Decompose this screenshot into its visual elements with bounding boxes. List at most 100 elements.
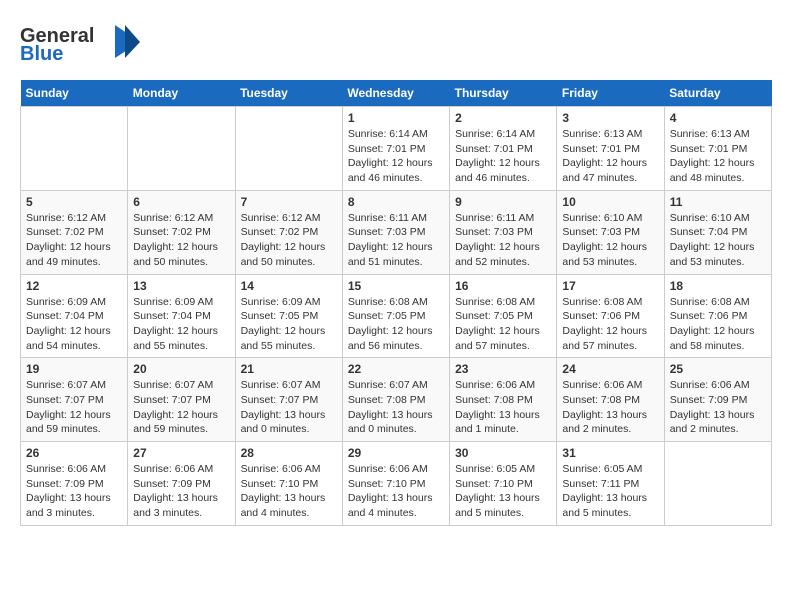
day-number: 2 <box>455 111 551 125</box>
calendar-cell: 16 Sunrise: 6:08 AM Sunset: 7:05 PM Dayli… <box>450 274 557 358</box>
day-number: 30 <box>455 446 551 460</box>
cell-content: Sunrise: 6:11 AM Sunset: 7:03 PM Dayligh… <box>348 211 444 270</box>
calendar-cell: 8 Sunrise: 6:11 AM Sunset: 7:03 PM Daylig… <box>342 190 449 274</box>
calendar-cell: 2 Sunrise: 6:14 AM Sunset: 7:01 PM Daylig… <box>450 107 557 191</box>
day-number: 3 <box>562 111 658 125</box>
calendar-cell: 25 Sunrise: 6:06 AM Sunset: 7:09 PM Dayli… <box>664 358 771 442</box>
calendar-cell: 14Sunrise: 6:09 AM Sunset: 7:05 PM Dayli… <box>235 274 342 358</box>
cell-content: Sunrise: 6:13 AM Sunset: 7:01 PM Dayligh… <box>670 127 766 186</box>
day-number: 12 <box>26 279 122 293</box>
calendar-cell: 12 Sunrise: 6:09 AM Sunset: 7:04 PM Dayli… <box>21 274 128 358</box>
weekday-header-friday: Friday <box>557 80 664 107</box>
day-number: 21 <box>241 362 337 376</box>
calendar-cell: 30 Sunrise: 6:05 AM Sunset: 7:10 PM Dayli… <box>450 442 557 526</box>
cell-content: Sunrise: 6:12 AM Sunset: 7:02 PM Dayligh… <box>133 211 229 270</box>
day-number: 28 <box>241 446 337 460</box>
day-number: 9 <box>455 195 551 209</box>
calendar-cell: 23Sunrise: 6:06 AM Sunset: 7:08 PM Dayli… <box>450 358 557 442</box>
day-number: 7 <box>241 195 337 209</box>
cell-content: Sunrise: 6:08 AM Sunset: 7:05 PM Dayligh… <box>455 295 551 354</box>
day-number: 17 <box>562 279 658 293</box>
cell-content: Sunrise: 6:08 AM Sunset: 7:06 PM Dayligh… <box>670 295 766 354</box>
calendar-cell: 19 Sunrise: 6:07 AM Sunset: 7:07 PM Dayli… <box>21 358 128 442</box>
cell-content: Sunrise: 6:12 AM Sunset: 7:02 PM Dayligh… <box>241 211 337 270</box>
calendar-cell: 1 Sunrise: 6:14 AM Sunset: 7:01 PM Daylig… <box>342 107 449 191</box>
calendar-cell: 9 Sunrise: 6:11 AM Sunset: 7:03 PM Daylig… <box>450 190 557 274</box>
weekday-header-row: SundayMondayTuesdayWednesdayThursdayFrid… <box>21 80 772 107</box>
cell-content: Sunrise: 6:06 AM Sunset: 7:10 PM Dayligh… <box>348 462 444 521</box>
day-number: 8 <box>348 195 444 209</box>
calendar-cell <box>21 107 128 191</box>
cell-content: Sunrise: 6:12 AM Sunset: 7:02 PM Dayligh… <box>26 211 122 270</box>
day-number: 19 <box>26 362 122 376</box>
cell-content: Sunrise: 6:06 AM Sunset: 7:09 PM Dayligh… <box>133 462 229 521</box>
cell-content: Sunrise: 6:09 AM Sunset: 7:04 PM Dayligh… <box>26 295 122 354</box>
day-number: 6 <box>133 195 229 209</box>
calendar-cell: 11 Sunrise: 6:10 AM Sunset: 7:04 PM Dayli… <box>664 190 771 274</box>
calendar-cell: 20 Sunrise: 6:07 AM Sunset: 7:07 PM Dayli… <box>128 358 235 442</box>
cell-content: Sunrise: 6:10 AM Sunset: 7:03 PM Dayligh… <box>562 211 658 270</box>
cell-content: Sunrise: 6:05 AM Sunset: 7:10 PM Dayligh… <box>455 462 551 521</box>
cell-content: Sunrise: 6:08 AM Sunset: 7:06 PM Dayligh… <box>562 295 658 354</box>
day-number: 24 <box>562 362 658 376</box>
cell-content: Sunrise: 6:14 AM Sunset: 7:01 PM Dayligh… <box>455 127 551 186</box>
cell-content: Sunrise: 6:11 AM Sunset: 7:03 PM Dayligh… <box>455 211 551 270</box>
calendar-table: SundayMondayTuesdayWednesdayThursdayFrid… <box>20 80 772 526</box>
svg-text:Blue: Blue <box>20 43 63 65</box>
cell-content: Sunrise: 6:08 AM Sunset: 7:05 PM Dayligh… <box>348 295 444 354</box>
day-number: 25 <box>670 362 766 376</box>
logo: General Blue <box>20 20 140 70</box>
cell-content: Sunrise: 6:07 AM Sunset: 7:07 PM Dayligh… <box>26 378 122 437</box>
calendar-cell: 17 Sunrise: 6:08 AM Sunset: 7:06 PM Dayli… <box>557 274 664 358</box>
cell-content: Sunrise: 6:14 AM Sunset: 7:01 PM Dayligh… <box>348 127 444 186</box>
cell-content: Sunrise: 6:10 AM Sunset: 7:04 PM Dayligh… <box>670 211 766 270</box>
calendar-cell: 4Sunrise: 6:13 AM Sunset: 7:01 PM Daylig… <box>664 107 771 191</box>
calendar-cell: 15 Sunrise: 6:08 AM Sunset: 7:05 PM Dayli… <box>342 274 449 358</box>
cell-content: Sunrise: 6:06 AM Sunset: 7:09 PM Dayligh… <box>670 378 766 437</box>
day-number: 10 <box>562 195 658 209</box>
weekday-header-sunday: Sunday <box>21 80 128 107</box>
cell-content: Sunrise: 6:05 AM Sunset: 7:11 PM Dayligh… <box>562 462 658 521</box>
day-number: 18 <box>670 279 766 293</box>
calendar-cell: 31 Sunrise: 6:05 AM Sunset: 7:11 PM Dayli… <box>557 442 664 526</box>
cell-content: Sunrise: 6:06 AM Sunset: 7:08 PM Dayligh… <box>562 378 658 437</box>
cell-content: Sunrise: 6:07 AM Sunset: 7:08 PM Dayligh… <box>348 378 444 437</box>
calendar-cell: 27 Sunrise: 6:06 AM Sunset: 7:09 PM Dayli… <box>128 442 235 526</box>
cell-content: Sunrise: 6:07 AM Sunset: 7:07 PM Dayligh… <box>133 378 229 437</box>
calendar-cell: 28 Sunrise: 6:06 AM Sunset: 7:10 PM Dayli… <box>235 442 342 526</box>
week-row-1: 1 Sunrise: 6:14 AM Sunset: 7:01 PM Daylig… <box>21 107 772 191</box>
weekday-header-wednesday: Wednesday <box>342 80 449 107</box>
page-header: General Blue <box>20 20 772 70</box>
day-number: 31 <box>562 446 658 460</box>
calendar-cell: 21 Sunrise: 6:07 AM Sunset: 7:07 PM Dayli… <box>235 358 342 442</box>
calendar-cell: 6 Sunrise: 6:12 AM Sunset: 7:02 PM Daylig… <box>128 190 235 274</box>
cell-content: Sunrise: 6:06 AM Sunset: 7:10 PM Dayligh… <box>241 462 337 521</box>
cell-content: Sunrise: 6:09 AM Sunset: 7:04 PM Dayligh… <box>133 295 229 354</box>
calendar-cell: 18 Sunrise: 6:08 AM Sunset: 7:06 PM Dayli… <box>664 274 771 358</box>
week-row-2: 5Sunrise: 6:12 AM Sunset: 7:02 PM Daylig… <box>21 190 772 274</box>
weekday-header-monday: Monday <box>128 80 235 107</box>
day-number: 29 <box>348 446 444 460</box>
calendar-cell: 7 Sunrise: 6:12 AM Sunset: 7:02 PM Daylig… <box>235 190 342 274</box>
calendar-cell: 3 Sunrise: 6:13 AM Sunset: 7:01 PM Daylig… <box>557 107 664 191</box>
day-number: 1 <box>348 111 444 125</box>
day-number: 22 <box>348 362 444 376</box>
logo-text: General Blue <box>20 20 140 70</box>
week-row-4: 19 Sunrise: 6:07 AM Sunset: 7:07 PM Dayli… <box>21 358 772 442</box>
cell-content: Sunrise: 6:13 AM Sunset: 7:01 PM Dayligh… <box>562 127 658 186</box>
calendar-cell <box>128 107 235 191</box>
calendar-cell: 22 Sunrise: 6:07 AM Sunset: 7:08 PM Dayli… <box>342 358 449 442</box>
day-number: 11 <box>670 195 766 209</box>
cell-content: Sunrise: 6:09 AM Sunset: 7:05 PM Dayligh… <box>241 295 337 354</box>
day-number: 16 <box>455 279 551 293</box>
day-number: 15 <box>348 279 444 293</box>
calendar-cell: 10 Sunrise: 6:10 AM Sunset: 7:03 PM Dayli… <box>557 190 664 274</box>
day-number: 27 <box>133 446 229 460</box>
day-number: 26 <box>26 446 122 460</box>
calendar-cell: 29 Sunrise: 6:06 AM Sunset: 7:10 PM Dayli… <box>342 442 449 526</box>
calendar-cell: 26Sunrise: 6:06 AM Sunset: 7:09 PM Dayli… <box>21 442 128 526</box>
day-number: 13 <box>133 279 229 293</box>
cell-content: Sunrise: 6:06 AM Sunset: 7:08 PM Dayligh… <box>455 378 551 437</box>
cell-content: Sunrise: 6:07 AM Sunset: 7:07 PM Dayligh… <box>241 378 337 437</box>
day-number: 20 <box>133 362 229 376</box>
